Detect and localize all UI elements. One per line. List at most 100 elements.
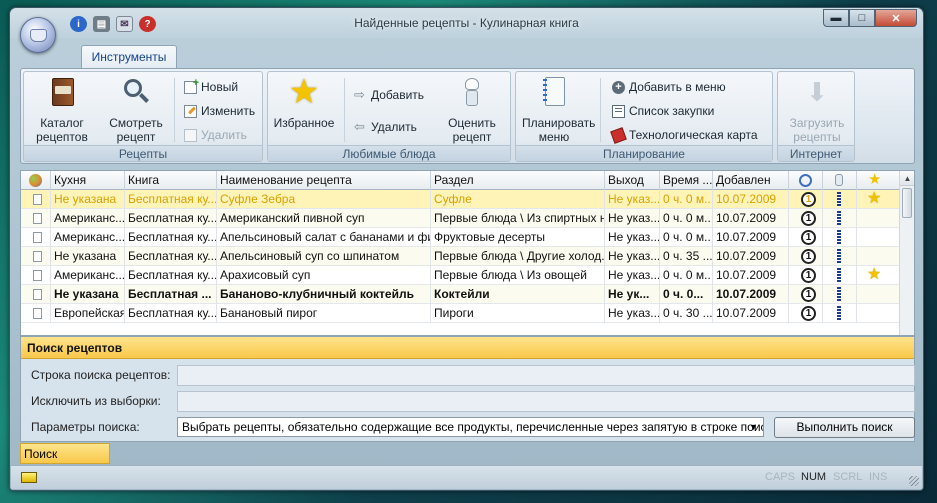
close-button[interactable]: ✕ xyxy=(875,9,917,27)
resize-grip[interactable] xyxy=(909,476,919,486)
download-recipes-label: Загрузить рецепты xyxy=(789,116,845,144)
column-header-yield[interactable]: Выход xyxy=(605,171,660,190)
difficulty-icon xyxy=(837,192,841,207)
view-recipe-label: Смотреть рецепт xyxy=(109,116,163,144)
app-menu-button[interactable] xyxy=(20,17,56,53)
view-recipe-button[interactable]: Смотреть рецепт xyxy=(104,76,168,144)
rating-icon xyxy=(799,174,812,187)
ribbon: Каталог рецептов Смотреть рецепт + Новый… xyxy=(20,68,915,164)
column-header-time[interactable]: Время ... xyxy=(660,171,713,190)
column-header-difficulty[interactable] xyxy=(823,171,857,190)
cell-time: 0 ч. 35 ... xyxy=(660,247,713,266)
cell-book: Бесплатная ку... xyxy=(125,304,217,323)
arrow-left-icon: ⇦ xyxy=(354,118,365,134)
column-header-icon[interactable] xyxy=(21,171,51,190)
minimize-button[interactable]: ▬ xyxy=(823,9,849,27)
table-row[interactable]: Не указана Бесплатная ку... Апельсиновый с… xyxy=(21,247,901,266)
tech-card-label: Технологическая карта xyxy=(629,128,758,142)
document-icon xyxy=(33,251,42,262)
download-recipes-button[interactable]: ⬇ Загрузить рецепты xyxy=(785,76,849,144)
row-icon-cell xyxy=(21,266,51,285)
rating-icon: 1 xyxy=(801,211,816,226)
cell-yield: Не ук... xyxy=(605,285,660,304)
run-search-button[interactable]: Выполнить поиск xyxy=(774,417,915,438)
rate-recipe-button[interactable]: Оценить рецепт xyxy=(440,76,504,144)
new-recipe-button[interactable]: + Новый xyxy=(184,77,239,96)
column-header-favorite[interactable]: ★ xyxy=(857,171,901,190)
cell-cuisine: Американс... xyxy=(51,266,125,285)
cell-added: 10.07.2009 xyxy=(713,247,789,266)
cell-name: Американский пивной суп xyxy=(217,209,431,228)
column-header-name[interactable]: Наименование рецепта xyxy=(217,171,431,190)
document-icon xyxy=(33,213,42,224)
edit-document-icon xyxy=(184,104,197,118)
vertical-scrollbar[interactable]: ▲ xyxy=(899,171,914,335)
plan-menu-button[interactable]: Планировать меню xyxy=(522,76,595,144)
rating-cell: 1 xyxy=(789,266,823,285)
cell-time: 0 ч. 0 м... xyxy=(660,266,713,285)
table-row[interactable]: Американс... Бесплатная ку... Американский… xyxy=(21,209,901,228)
exclude-label: Исключить из выборки: xyxy=(31,394,161,408)
rating-cell: 1 xyxy=(789,247,823,266)
rating-icon: 1 xyxy=(801,306,816,321)
favorites-button[interactable]: ★ Избранное xyxy=(272,75,336,130)
new-recipe-label: Новый xyxy=(201,80,239,94)
download-icon: ⬇ xyxy=(806,77,828,107)
group-internet-label: Интернет xyxy=(778,145,854,161)
table-row[interactable]: Американс... Бесплатная ку... Арахисовый с… xyxy=(21,266,901,285)
cell-book: Бесплатная ку... xyxy=(125,209,217,228)
status-num: NUM xyxy=(801,471,827,483)
query-input[interactable] xyxy=(177,365,915,386)
cell-time: 0 ч. 30 ... xyxy=(660,304,713,323)
window-title: Найденные рецепты - Кулинарная книга xyxy=(354,16,579,30)
keyboard-icon xyxy=(21,472,37,483)
cell-section: Первые блюда \ Из овощей xyxy=(431,266,605,285)
group-favorites-label: Любимые блюда xyxy=(268,145,510,161)
row-icon-cell xyxy=(21,228,51,247)
scrollbar-thumb[interactable] xyxy=(902,188,912,218)
edit-recipe-button[interactable]: Изменить xyxy=(184,102,255,120)
column-header-cuisine[interactable]: Кухня xyxy=(51,171,125,190)
favorite-cell xyxy=(857,228,901,247)
cell-yield: Не указ... xyxy=(605,190,660,209)
rating-cell: 1 xyxy=(789,209,823,228)
rate-recipe-label: Оценить рецепт xyxy=(448,116,496,144)
column-header-added[interactable]: Добавлен xyxy=(713,171,789,190)
cell-cuisine: Европейская xyxy=(51,304,125,323)
difficulty-cell xyxy=(823,285,857,304)
group-recipes: Каталог рецептов Смотреть рецепт + Новый… xyxy=(23,71,263,162)
rating-cell: 1 xyxy=(789,228,823,247)
column-header-book[interactable]: Книга xyxy=(125,171,217,190)
column-header-section[interactable]: Раздел xyxy=(431,171,605,190)
favorite-cell xyxy=(857,247,901,266)
scroll-up-icon[interactable]: ▲ xyxy=(900,171,914,186)
edit-recipe-label: Изменить xyxy=(201,104,256,118)
cell-book: Бесплатная ку... xyxy=(125,266,217,285)
column-header-rating[interactable] xyxy=(789,171,823,190)
maximize-button[interactable]: □ xyxy=(849,9,875,27)
catalog-button[interactable]: Каталог рецептов xyxy=(30,76,94,144)
table-row[interactable]: Американс... Бесплатная ку... Апельсиновый… xyxy=(21,228,901,247)
star-icon: ★ xyxy=(868,171,882,188)
add-to-menu-button[interactable]: + Добавить в меню xyxy=(612,78,726,96)
table-header: Кухня Книга Наименование рецепта Раздел … xyxy=(21,171,901,190)
table-row[interactable]: Европейская Бесплатная ку... Банановый пир… xyxy=(21,304,901,323)
people-icon xyxy=(29,174,42,187)
star-icon: ★ xyxy=(867,266,882,283)
favorite-cell xyxy=(857,209,901,228)
add-favorite-button[interactable]: ⇨ Добавить xyxy=(354,86,424,104)
table-row[interactable]: Не указана Бесплатная ... Бананово-клубнич… xyxy=(21,285,901,304)
cell-cuisine: Не указана xyxy=(51,190,125,209)
cell-time: 0 ч. 0 м... xyxy=(660,228,713,247)
tab-tools[interactable]: Инструменты xyxy=(81,45,177,69)
cell-yield: Не указ... xyxy=(605,266,660,285)
remove-favorite-button[interactable]: ⇦ Удалить xyxy=(354,118,417,136)
delete-recipe-button[interactable]: Удалить xyxy=(184,126,247,144)
exclude-input[interactable] xyxy=(177,391,915,412)
tech-card-button[interactable]: Технологическая карта xyxy=(610,126,758,144)
table-row[interactable]: Не указана Бесплатная ку... Суфле Зебра Суф… xyxy=(21,190,901,209)
group-internet: ⬇ Загрузить рецепты Интернет xyxy=(777,71,855,162)
search-params-select[interactable]: Выбрать рецепты, обязательно содержащие … xyxy=(177,417,764,437)
tab-search-recipes[interactable]: Поиск рецептов xyxy=(20,443,110,482)
shopping-list-button[interactable]: Список закупки xyxy=(612,102,714,120)
